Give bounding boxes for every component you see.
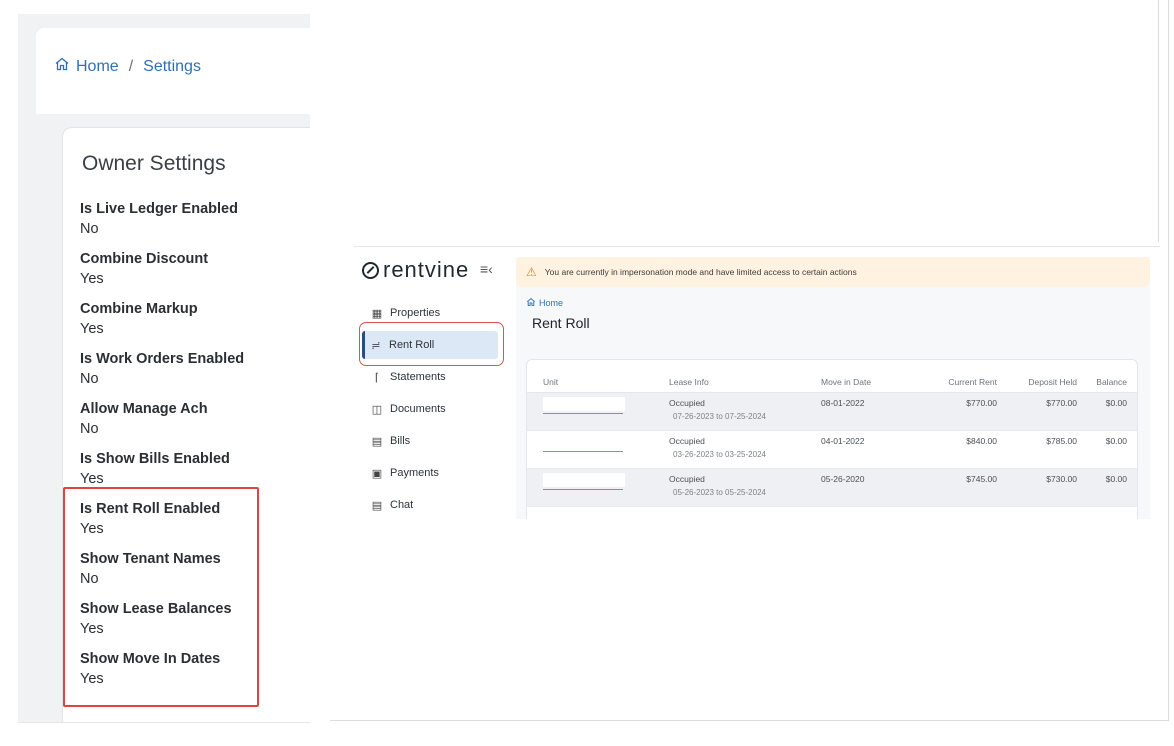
breadcrumb: Home bbox=[526, 297, 563, 309]
column-header-balance[interactable]: Balance bbox=[1077, 377, 1127, 387]
breadcrumb: Home / Settings bbox=[36, 28, 310, 114]
page-title: Rent Roll bbox=[532, 315, 590, 331]
bank-icon: ⌈ bbox=[374, 371, 380, 384]
setting-label: Is Work Orders Enabled bbox=[80, 351, 245, 367]
breadcrumb-separator: / bbox=[128, 57, 134, 75]
column-header-lease-info[interactable]: Lease Info bbox=[669, 377, 709, 387]
highlight-annotation-box bbox=[63, 487, 259, 707]
setting-value: Yes bbox=[80, 271, 104, 287]
setting-work-orders: Is Work Orders Enabled No bbox=[80, 350, 244, 389]
sidebar-item-statements[interactable]: ⌈ Statements bbox=[366, 363, 500, 391]
highlight-annotation-box bbox=[359, 322, 504, 366]
sidebar-item-label: Payments bbox=[390, 467, 439, 479]
lease-term: 07-26-2023 to 07-25-2024 bbox=[673, 412, 766, 421]
unit-link-redacted[interactable] bbox=[543, 397, 625, 416]
current-rent: $770.00 bbox=[966, 398, 997, 408]
balance: $0.00 bbox=[1105, 436, 1127, 446]
sidebar-item-payments[interactable]: ▣ Payments bbox=[366, 459, 500, 487]
setting-value: No bbox=[80, 421, 99, 437]
chat-icon: ▤ bbox=[371, 499, 383, 512]
lease-term: 05-26-2023 to 05-25-2024 bbox=[673, 488, 766, 497]
lease-info: Occupied 07-26-2023 to 07-25-2024 bbox=[669, 398, 766, 421]
breadcrumb-current[interactable]: Settings bbox=[143, 58, 201, 76]
table-row-partial[interactable] bbox=[527, 507, 1137, 519]
setting-combine-discount: Combine Discount Yes bbox=[80, 250, 208, 289]
warning-text: You are currently in impersonation mode … bbox=[544, 267, 857, 277]
sidebar-item-chat[interactable]: ▤ Chat bbox=[366, 491, 500, 519]
balance: $0.00 bbox=[1105, 398, 1127, 408]
setting-value: No bbox=[80, 221, 99, 237]
divider bbox=[1168, 0, 1169, 720]
deposit-held: $785.00 bbox=[1046, 436, 1077, 446]
setting-value: No bbox=[80, 371, 99, 387]
rentvine-logo: rentvine bbox=[362, 257, 469, 283]
setting-value: Yes bbox=[80, 471, 104, 487]
setting-live-ledger: Is Live Ledger Enabled No bbox=[80, 200, 238, 239]
lease-info: Occupied 03-26-2023 to 03-25-2024 bbox=[669, 436, 766, 459]
unit-link-redacted[interactable] bbox=[543, 435, 625, 454]
collapse-menu-icon[interactable]: ≡‹ bbox=[480, 261, 493, 277]
table-header: Unit Lease Info Move in Date Current Ren… bbox=[527, 372, 1137, 393]
home-icon bbox=[526, 297, 536, 309]
sidebar-item-label: Chat bbox=[390, 499, 414, 511]
receipt-icon: ▤ bbox=[371, 435, 383, 448]
current-rent: $840.00 bbox=[966, 436, 997, 446]
lease-status: Occupied bbox=[669, 436, 705, 446]
sidebar-item-label: Properties bbox=[390, 307, 441, 319]
deposit-held: $770.00 bbox=[1046, 398, 1077, 408]
setting-combine-markup: Combine Markup Yes bbox=[80, 300, 198, 339]
setting-label: Combine Markup bbox=[80, 301, 198, 317]
breadcrumb-home-link[interactable]: Home bbox=[76, 58, 119, 76]
building-icon: ▦ bbox=[371, 307, 383, 320]
sidebar-item-label: Statements bbox=[390, 371, 446, 383]
rentvine-logo-icon bbox=[362, 261, 379, 279]
lease-status: Occupied bbox=[669, 474, 705, 484]
archive-icon: ◫ bbox=[371, 403, 383, 416]
divider bbox=[1158, 0, 1159, 242]
setting-label: Is Live Ledger Enabled bbox=[80, 201, 238, 217]
divider bbox=[330, 720, 1169, 721]
lease-status: Occupied bbox=[669, 398, 705, 408]
move-in-date: 04-01-2022 bbox=[821, 436, 865, 446]
setting-label: Combine Discount bbox=[80, 251, 209, 267]
table-row[interactable]: Occupied 03-26-2023 to 03-25-2024 04-01-… bbox=[527, 431, 1137, 469]
column-header-current-rent[interactable]: Current Rent bbox=[907, 377, 997, 387]
sidebar-item-documents[interactable]: ◫ Documents bbox=[366, 395, 500, 423]
column-header-move-in-date[interactable]: Move in Date bbox=[821, 377, 871, 387]
column-header-unit[interactable]: Unit bbox=[543, 377, 558, 387]
rent-roll-table: Unit Lease Info Move in Date Current Ren… bbox=[526, 359, 1138, 519]
setting-manage-ach: Allow Manage Ach No bbox=[80, 400, 208, 439]
breadcrumb-home-link[interactable]: Home bbox=[539, 298, 563, 308]
card-title: Owner Settings bbox=[82, 152, 226, 175]
home-icon bbox=[54, 56, 70, 77]
impersonation-warning-banner: ⚠ You are currently in impersonation mod… bbox=[516, 257, 1150, 287]
table-row[interactable]: Occupied 05-26-2023 to 05-25-2024 05-26-… bbox=[527, 469, 1137, 507]
sidebar-item-bills[interactable]: ▤ Bills bbox=[366, 427, 500, 455]
lease-info: Occupied 05-26-2023 to 05-25-2024 bbox=[669, 474, 766, 497]
balance: $0.00 bbox=[1105, 474, 1127, 484]
sidebar-item-label: Documents bbox=[390, 403, 446, 415]
lease-term: 03-26-2023 to 03-25-2024 bbox=[673, 450, 766, 459]
deposit-held: $730.00 bbox=[1046, 474, 1077, 484]
rentvine-screenshot: rentvine ≡‹ ▦ Properties ≓ Rent Roll ⌈ S… bbox=[354, 246, 1160, 519]
logo-text: rentvine bbox=[383, 257, 470, 282]
warning-icon: ⚠ bbox=[526, 265, 537, 279]
setting-label: Allow Manage Ach bbox=[80, 401, 208, 417]
move-in-date: 08-01-2022 bbox=[821, 398, 865, 408]
sidebar-item-label: Bills bbox=[390, 435, 411, 447]
setting-label: Is Show Bills Enabled bbox=[80, 451, 230, 467]
table-row[interactable]: Occupied 07-26-2023 to 07-25-2024 08-01-… bbox=[527, 393, 1137, 431]
unit-link-redacted[interactable] bbox=[543, 473, 625, 492]
setting-value: Yes bbox=[80, 321, 104, 337]
rent-roll-main: ⚠ You are currently in impersonation mod… bbox=[516, 257, 1150, 519]
move-in-date: 05-26-2020 bbox=[821, 474, 865, 484]
money-icon: ▣ bbox=[371, 467, 383, 480]
current-rent: $745.00 bbox=[966, 474, 997, 484]
setting-show-bills: Is Show Bills Enabled Yes bbox=[80, 450, 230, 489]
column-header-deposit-held[interactable]: Deposit Held bbox=[997, 377, 1077, 387]
divider bbox=[18, 722, 310, 723]
